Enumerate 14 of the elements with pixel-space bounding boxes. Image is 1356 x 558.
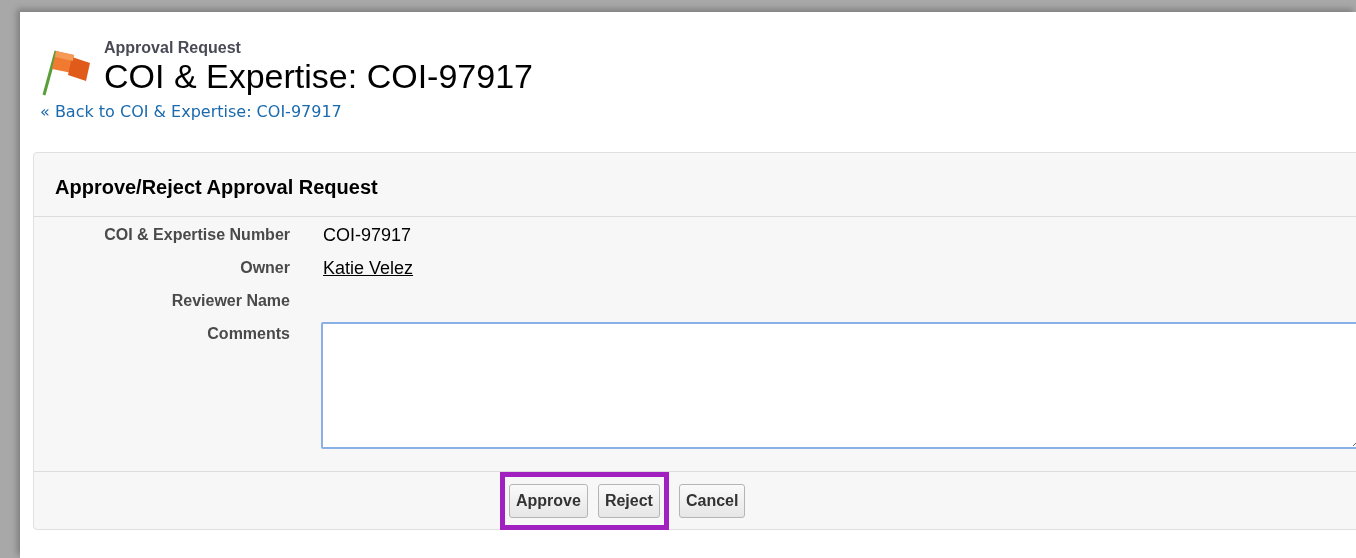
field-value: COI-97917 [323, 225, 412, 245]
field-label: Comments [206, 324, 290, 344]
field-label: Reviewer Name [170, 291, 290, 311]
action-button[interactable]: Reject [597, 484, 660, 518]
comments-field[interactable] [321, 322, 1356, 449]
panel-title: Approve/Reject Approval Request [54, 175, 378, 200]
page-subtitle: Approval Request [104, 38, 242, 58]
field-label: COI & Expertise Number [103, 225, 290, 245]
back-link[interactable]: « Back to COI & Expertise: COI-97917 [40, 101, 342, 123]
page-title: COI & Expertise: COI-97917 [104, 58, 533, 94]
action-button[interactable]: Cancel [678, 483, 746, 518]
owner-link[interactable]: Katie Velez [323, 258, 414, 278]
action-button[interactable]: Approve [509, 484, 588, 518]
field-label: Owner [239, 258, 290, 278]
